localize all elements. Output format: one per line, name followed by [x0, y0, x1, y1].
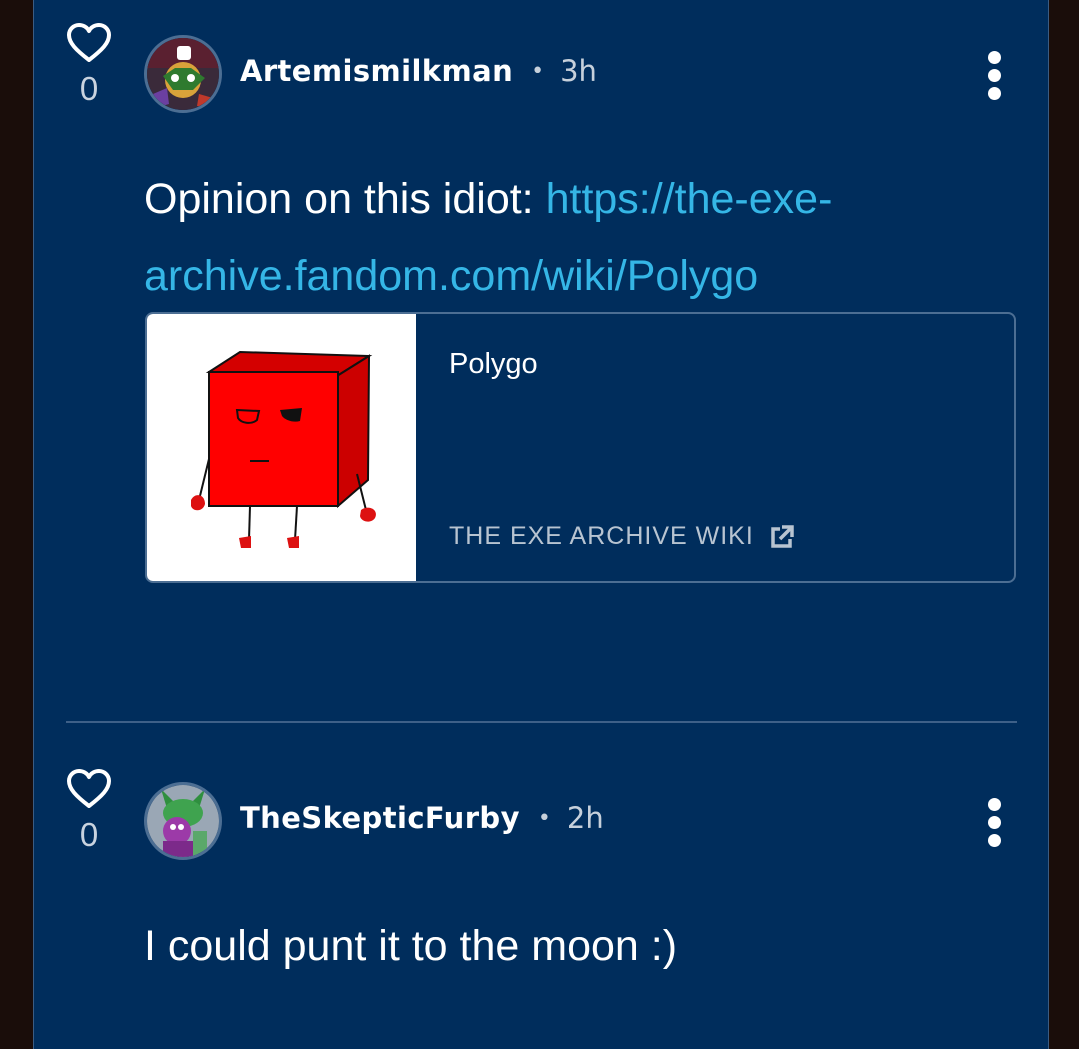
- preview-site: THE EXE ARCHIVE WIKI: [449, 522, 796, 551]
- timestamp: 3h: [560, 54, 597, 88]
- vote-control: 0: [66, 22, 112, 105]
- kebab-menu-icon[interactable]: [984, 798, 1004, 852]
- vote-control: 0: [66, 768, 112, 851]
- author-name[interactable]: Artemismilkman: [240, 54, 513, 88]
- comment-text: I could punt it to the moon :): [144, 922, 678, 970]
- comment-body: I could punt it to the moon :): [144, 908, 1024, 985]
- timestamp: 2h: [566, 801, 604, 835]
- external-link-icon: [771, 524, 794, 548]
- vote-count: 0: [79, 70, 99, 107]
- kebab-menu-icon[interactable]: [984, 51, 1004, 105]
- preview-image: [147, 314, 416, 581]
- heart-outline-icon[interactable]: [66, 768, 112, 810]
- preview-site-name: THE EXE ARCHIVE WIKI: [449, 522, 754, 550]
- avatar[interactable]: [144, 782, 222, 860]
- avatar[interactable]: [144, 35, 222, 113]
- author-name[interactable]: TheSkepticFurby: [240, 801, 520, 835]
- author-line: Artemismilkman • 3h: [240, 54, 597, 88]
- separator-dot: •: [537, 805, 551, 831]
- author-line: TheSkepticFurby • 2h: [240, 801, 604, 835]
- vote-count: 0: [79, 816, 99, 853]
- comment-text: Opinion on this idiot:: [144, 175, 546, 223]
- preview-info: Polygo THE EXE ARCHIVE WIKI: [416, 314, 1014, 581]
- heart-outline-icon[interactable]: [66, 22, 112, 64]
- link-preview-card[interactable]: Polygo THE EXE ARCHIVE WIKI: [145, 312, 1016, 583]
- comment-divider: [66, 721, 1017, 723]
- preview-title: Polygo: [449, 348, 538, 380]
- separator-dot: •: [531, 58, 545, 84]
- comment-body: Opinion on this idiot: https://the-exe-a…: [144, 161, 1024, 315]
